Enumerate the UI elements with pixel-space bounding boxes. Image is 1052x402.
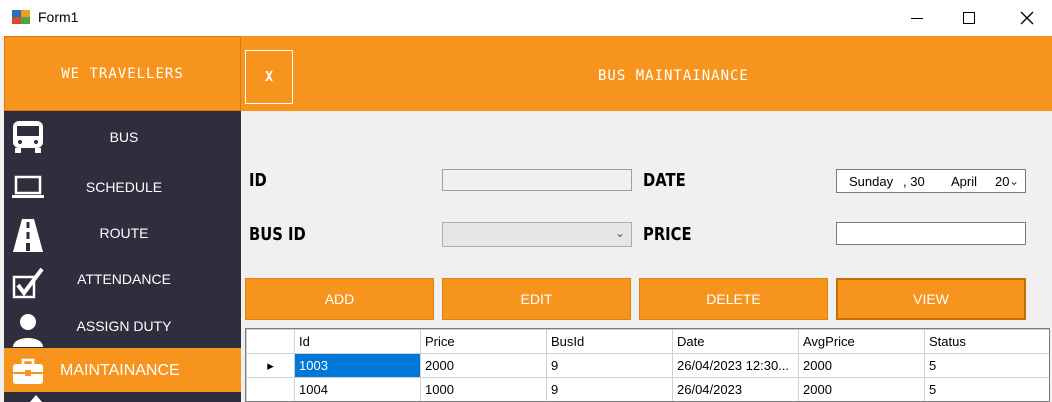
sidebar-item-bus[interactable]: BUS [4,113,241,159]
row-header-corner [246,329,295,354]
title-bar: Form1 [0,0,1052,36]
table-row[interactable]: ▸ 1003 2000 9 26/04/2023 12:30... 2000 5 [246,353,1049,378]
brand-panel: WE TRAVELLERS [4,36,241,111]
app-window: Form1 WE TRAVELLERS BUS SCHEDULE ROUTE A… [0,0,1052,402]
sidebar-item-label: SCHEDULE [85,179,163,195]
grid-cell[interactable]: 9 [546,353,673,378]
sidebar-item-attendance[interactable]: ATTENDANCE [4,259,241,305]
grid-cell[interactable]: 26/04/2023 [672,377,799,401]
price-field[interactable] [836,222,1026,245]
bus-id-select[interactable]: ⌄ [442,222,632,247]
sidebar-item-route[interactable]: ROUTE [4,211,241,257]
column-header-avgprice[interactable]: AvgPrice [798,329,925,354]
sidebar-item-label: MAINTAINANCE [60,362,180,379]
grid-cell[interactable]: 1003 [294,353,421,378]
column-header-price[interactable]: Price [420,329,547,354]
close-icon [1020,11,1034,25]
date-picker[interactable]: Sunday , 30 April 20 ⌄ [836,169,1026,193]
current-row-icon: ▸ [246,353,295,378]
minimize-icon [911,17,923,19]
grid-cell[interactable]: 5 [924,353,1049,378]
sidebar-item-assign-duty[interactable]: ASSIGN DUTY [4,305,241,351]
scroll-indicator [30,395,42,402]
column-header-date[interactable]: Date [672,329,799,354]
maximize-button[interactable] [946,0,992,36]
grid-cell[interactable]: 26/04/2023 12:30... [672,353,799,378]
chevron-down-icon: ⌄ [614,226,625,240]
maximize-icon [963,12,975,24]
close-window-button[interactable] [1004,0,1050,36]
add-button[interactable]: ADD [245,278,434,320]
table-row[interactable]: 1004 1000 9 26/04/2023 2000 5 [246,377,1049,401]
toolbox-icon [13,358,43,384]
column-header-status[interactable]: Status [924,329,1049,354]
brand-name: WE TRAVELLERS [61,65,184,82]
bus-icon [13,121,43,153]
grid-cell[interactable]: 9 [546,377,673,401]
id-label: ID [249,170,267,191]
sidebar-item-schedule[interactable]: SCHEDULE [4,163,241,209]
sidebar-item-label: BUS [109,129,139,145]
grid-cell[interactable]: 2000 [798,353,925,378]
chevron-down-icon: ⌄ [1008,174,1019,188]
date-label: DATE [643,170,686,191]
grid-cell[interactable]: 1000 [420,377,547,401]
app-icon [12,10,30,24]
view-button[interactable]: VIEW [836,278,1026,320]
edit-button[interactable]: EDIT [442,278,631,320]
price-label: PRICE [643,224,692,245]
laptop-icon [12,175,44,198]
grid-cell[interactable]: 2000 [798,377,925,401]
id-field[interactable] [442,169,632,191]
column-header-busid[interactable]: BusId [546,329,673,354]
grid-cell[interactable]: 5 [924,377,1049,401]
minimize-button[interactable] [894,0,940,36]
bus-id-label: BUS ID [249,224,306,245]
road-icon [13,219,43,252]
page-header: X BUS MAINTAINANCE [241,36,1052,111]
row-header[interactable] [246,377,295,401]
window-title: Form1 [38,9,79,25]
sidebar-item-label: ATTENDANCE [77,271,171,287]
person-icon [13,314,43,347]
grid-cell[interactable]: 1004 [294,377,421,401]
checkmark-icon [12,267,44,299]
close-panel-button[interactable]: X [245,50,293,104]
maintenance-grid[interactable]: Id Price BusId Date AvgPrice Status ▸ 10… [245,328,1050,402]
sidebar-item-label: ROUTE [99,225,149,241]
sidebar-item-label: ASSIGN DUTY [76,318,172,334]
column-header-id[interactable]: Id [294,329,421,354]
grid-header-row: Id Price BusId Date AvgPrice Status [246,329,1049,354]
delete-button[interactable]: DELETE [639,278,828,320]
grid-cell[interactable]: 2000 [420,353,547,378]
sidebar: BUS SCHEDULE ROUTE ATTENDANCE ASSIGN DUT… [4,111,241,402]
sidebar-item-maintainance[interactable]: MAINTAINANCE [4,348,241,392]
page-title: BUS MAINTAINANCE [598,68,749,84]
